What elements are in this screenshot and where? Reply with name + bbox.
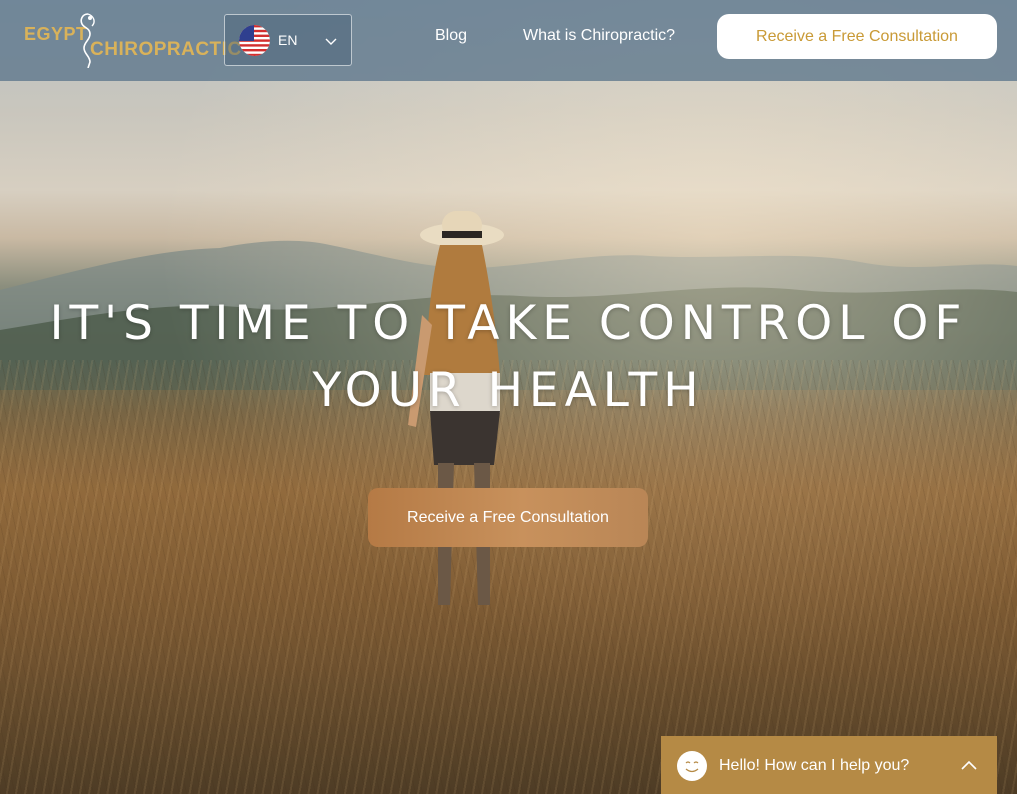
- chevron-up-icon[interactable]: [959, 756, 979, 776]
- language-selector[interactable]: EN: [224, 14, 352, 66]
- logo-text-chiropractic: CHIROPRACTIC: [90, 39, 242, 60]
- us-flag-icon: [239, 25, 270, 56]
- hero-headline: IT'S TIME TO TAKE CONTROL OF YOUR HEALTH: [49, 296, 968, 418]
- language-code: EN: [278, 32, 298, 48]
- chat-greeting: Hello! How can I help you?: [719, 757, 910, 774]
- smiley-face-icon: [677, 751, 707, 781]
- chevron-down-icon: [325, 38, 337, 45]
- nav-link-what-is-chiropractic[interactable]: What is Chiropractic?: [523, 27, 675, 45]
- chat-widget[interactable]: Hello! How can I help you?: [661, 736, 997, 794]
- site-header: EGYPT CHIROPRACTIC EN Blog What is Chiro…: [0, 0, 1017, 81]
- header-consultation-button[interactable]: Receive a Free Consultation: [717, 14, 997, 59]
- site-logo[interactable]: EGYPT CHIROPRACTIC: [22, 10, 241, 70]
- nav-link-blog[interactable]: Blog: [435, 27, 467, 45]
- hero-consultation-button[interactable]: Receive a Free Consultation: [368, 488, 648, 547]
